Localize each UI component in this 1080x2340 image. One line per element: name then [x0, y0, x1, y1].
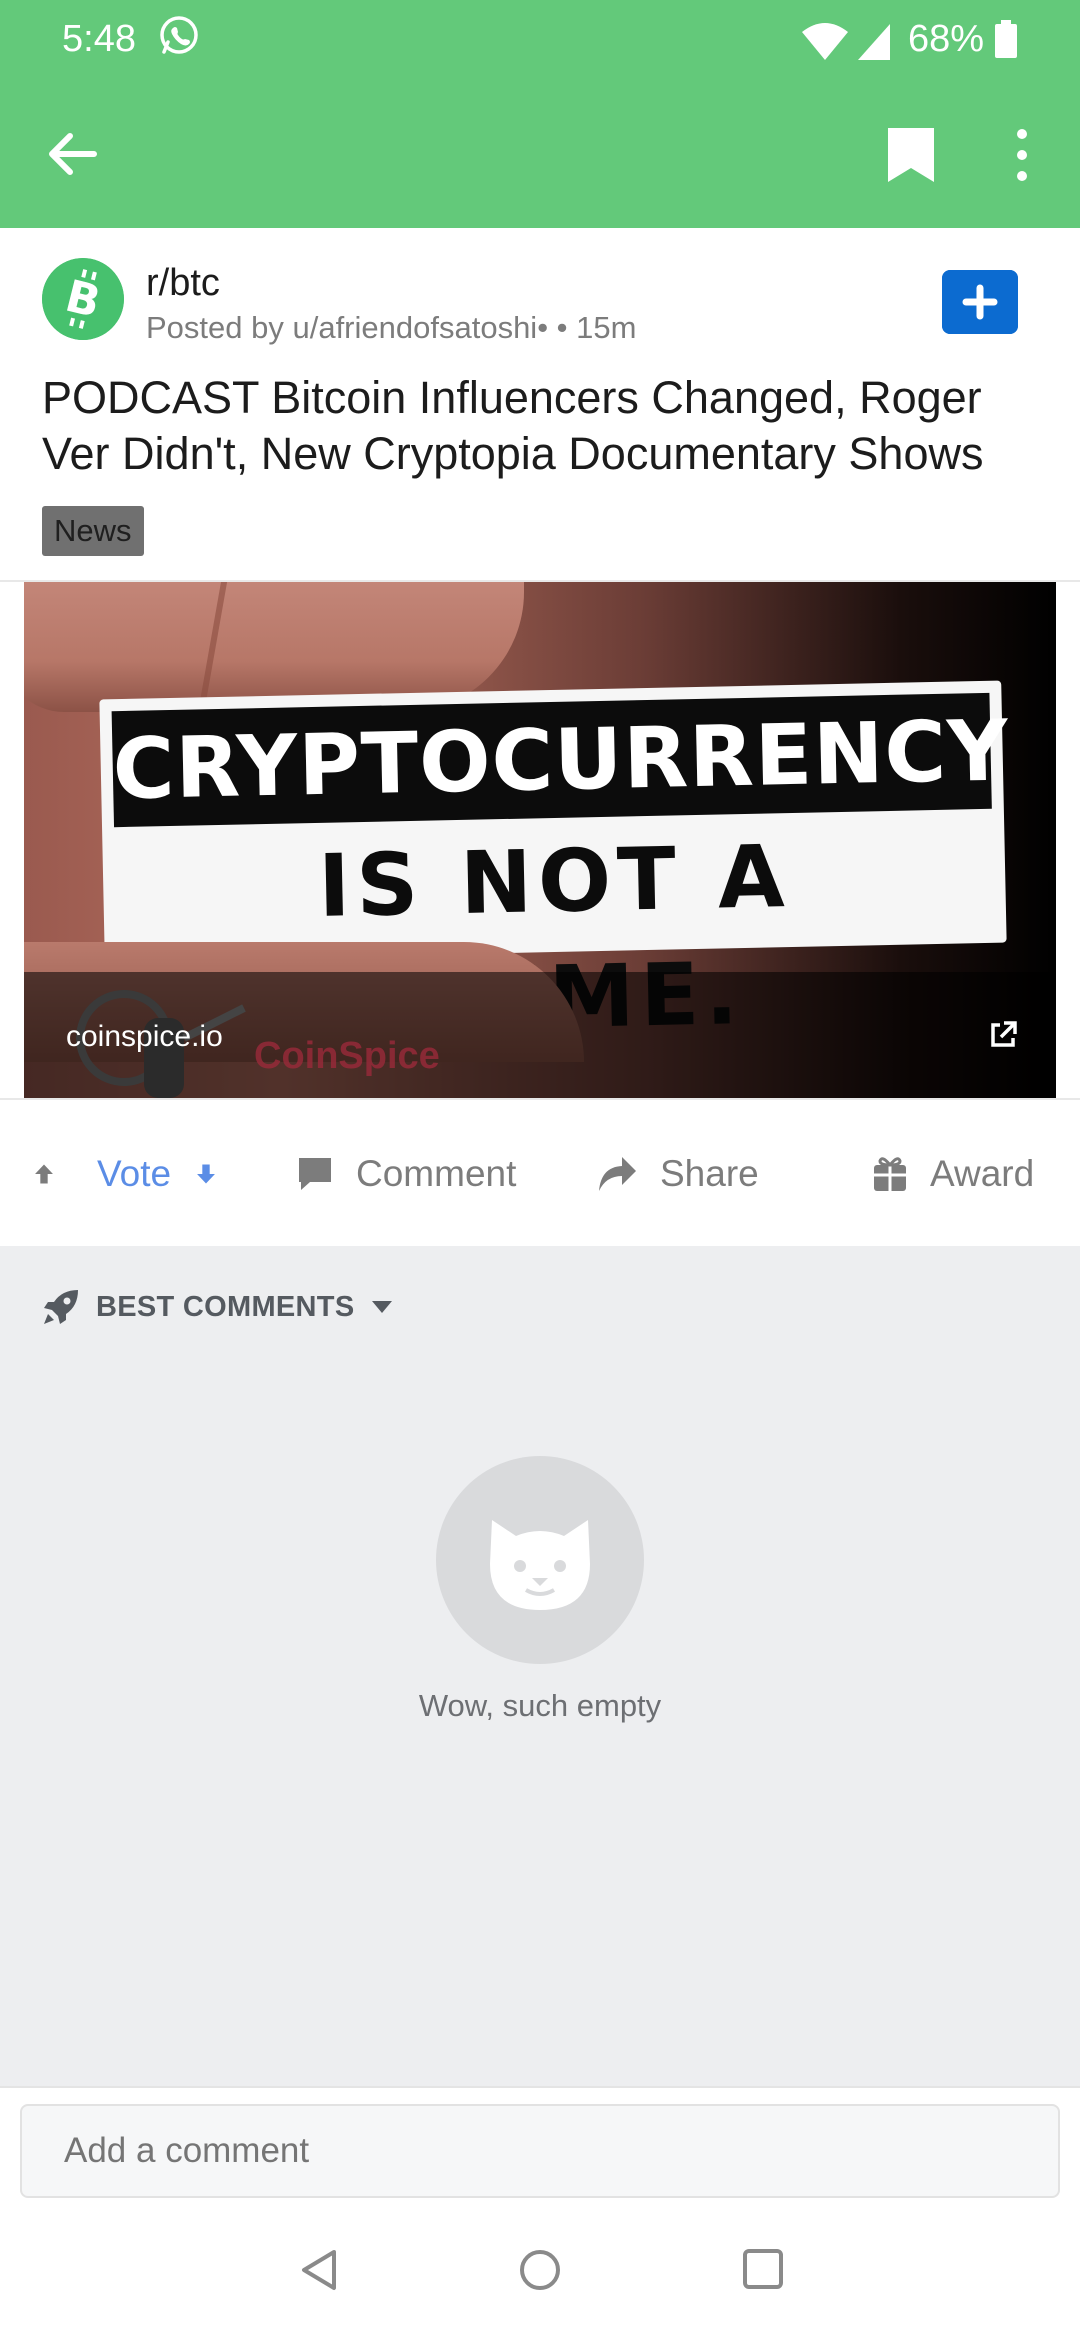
media-domain[interactable]: coinspice.io — [66, 1020, 223, 1054]
comment-composer — [0, 2086, 1080, 2202]
post-title: PODCAST Bitcoin Influencers Changed, Rog… — [42, 372, 984, 479]
subreddit-name[interactable]: r/btc — [146, 262, 220, 305]
comment-label: Comment — [356, 1153, 517, 1194]
post-meta: Posted by u/afriendofsatoshi• • 15m — [146, 310, 637, 345]
status-time: 5:48 — [62, 18, 136, 60]
rocket-icon — [44, 1290, 78, 1324]
more-vertical-icon[interactable] — [1002, 124, 1042, 186]
system-nav-bar — [0, 2202, 1080, 2340]
comments-section: BEST COMMENTS Wow, such empty — [0, 1246, 1080, 2086]
status-bar: 5:48 68% — [0, 0, 1080, 80]
external-link-icon[interactable] — [988, 1020, 1018, 1050]
sign-graphic: CRYPTOCURRENCY IS NOT A CRIME. — [99, 680, 1010, 1052]
join-plus-button[interactable] — [942, 270, 1018, 334]
sign-line-2: IS NOT A CRIME. — [317, 827, 792, 1052]
back-arrow-icon[interactable] — [40, 122, 104, 186]
subreddit-avatar[interactable]: B — [42, 258, 124, 340]
wifi-icon — [802, 23, 848, 60]
battery-percent: 68% — [908, 18, 985, 60]
sign-line-1: CRYPTOCURRENCY — [111, 692, 1010, 828]
comment-sort-label: BEST COMMENTS — [96, 1290, 355, 1323]
award-button[interactable]: Award — [872, 1102, 1034, 1246]
share-label: Share — [660, 1153, 759, 1194]
post-action-bar: Vote Comment Share Award — [0, 1102, 1080, 1246]
upvote-arrow-icon — [35, 1164, 53, 1184]
award-label: Award — [930, 1153, 1035, 1194]
add-comment-input[interactable] — [20, 2104, 1060, 2198]
coinspice-watermark: CoinSpice — [254, 1035, 440, 1077]
upvote-button[interactable] — [34, 1102, 76, 1246]
battery-icon — [995, 20, 1017, 58]
media-card[interactable]: CRYPTOCURRENCY IS NOT A CRIME. CoinSpice… — [0, 580, 1080, 1100]
gift-icon — [874, 1157, 906, 1191]
empty-state-illustration — [436, 1456, 644, 1664]
bookmark-icon[interactable] — [880, 124, 942, 186]
nav-home-icon[interactable] — [516, 2246, 564, 2294]
signal-icon — [858, 24, 890, 60]
vote-label: Vote — [97, 1153, 172, 1194]
share-arrow-icon — [599, 1157, 636, 1191]
nav-recents-icon[interactable] — [740, 2246, 786, 2292]
comment-bubble-icon — [299, 1158, 331, 1190]
nav-back-icon[interactable] — [296, 2246, 344, 2294]
share-button[interactable]: Share — [596, 1102, 759, 1246]
comment-sort-dropdown[interactable]: BEST COMMENTS — [42, 1288, 396, 1326]
downvote-button[interactable] — [196, 1102, 238, 1246]
post-header: B r/btc Posted by u/afriendofsatoshi• • … — [0, 228, 1080, 578]
whatsapp-icon — [160, 16, 198, 54]
downvote-arrow-icon — [197, 1164, 215, 1184]
comment-button[interactable]: Comment — [296, 1102, 516, 1246]
chevron-down-icon — [372, 1301, 393, 1313]
post-image[interactable]: CRYPTOCURRENCY IS NOT A CRIME. CoinSpice… — [24, 582, 1056, 1098]
post-flair: News — [42, 506, 144, 556]
cat-icon — [490, 1520, 590, 1610]
empty-state-message: Wow, such empty — [418, 1688, 662, 1723]
app-bar — [0, 80, 1080, 228]
